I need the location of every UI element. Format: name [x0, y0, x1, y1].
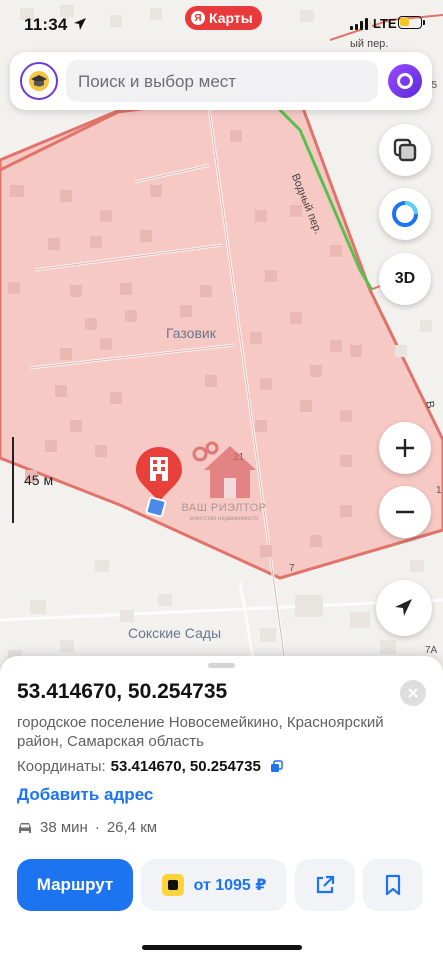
add-address-link[interactable]: Добавить адрес [17, 785, 153, 805]
my-location-button[interactable] [376, 580, 432, 636]
place-pin-icon[interactable] [134, 445, 184, 505]
search-input[interactable]: Поиск и выбор мест [66, 60, 378, 102]
signal-icon [350, 18, 368, 30]
alice-map-button[interactable] [379, 188, 431, 240]
graduation-cap-icon [29, 71, 49, 91]
network-type: LTE [373, 16, 397, 31]
profile-button[interactable] [20, 62, 58, 100]
travel-time: 38 мин [40, 819, 88, 836]
battery-charging-icon [398, 16, 425, 29]
village-label: Газовик [166, 325, 216, 341]
zoom-out-button[interactable] [379, 486, 431, 538]
place-title: 53.414670, 50.254735 [17, 680, 228, 703]
layers-button[interactable] [379, 124, 431, 176]
house-number-7: 7 [289, 563, 295, 574]
close-icon [408, 688, 418, 698]
bookmark-button[interactable] [363, 859, 423, 911]
3d-button[interactable]: 3D [379, 253, 431, 305]
minus-icon [396, 510, 414, 514]
share-button[interactable] [295, 859, 355, 911]
search-bar: Поиск и выбор мест [10, 52, 432, 110]
route-button[interactable]: Маршрут [17, 859, 133, 911]
copy-icon[interactable] [270, 760, 283, 773]
house-logo-icon [192, 441, 256, 498]
place-address: городское поселение Новосемейкино, Красн… [17, 714, 384, 750]
route-info: 38 мин · 26,4 км [17, 819, 157, 836]
drag-handle[interactable] [208, 663, 235, 668]
gardens-label: Сокские Сады [128, 625, 222, 641]
taxi-price: от 1095 ₽ [193, 877, 267, 894]
realtor-watermark: ВАШ РИЭЛТОР агентство недвижимости [178, 438, 270, 526]
coordinates-value[interactable]: 53.414670, 50.254735 [111, 758, 261, 775]
yandex-maps-badge[interactable]: Я Карты [185, 6, 262, 30]
car-icon [19, 822, 31, 833]
alice-ring-icon [392, 201, 418, 227]
navigation-arrow-icon [395, 599, 412, 616]
yandex-logo-icon: Я [191, 11, 205, 25]
coordinates-label: Координаты: [17, 758, 106, 775]
scale-label: 45 м [24, 472, 54, 488]
action-row: Маршрут от 1095 ₽ [17, 859, 427, 911]
plus-icon [396, 439, 414, 457]
brand-name: Карты [209, 10, 253, 26]
close-button[interactable] [400, 680, 426, 706]
alice-button[interactable] [388, 64, 422, 98]
status-time: 11:34 [24, 15, 68, 34]
separator: · [94, 819, 100, 836]
coordinates-row: Координаты: 53.414670, 50.254735 [17, 758, 283, 775]
alice-icon [397, 73, 413, 89]
house-number-1: 1 [436, 485, 442, 496]
watermark-name: ВАШ РИЭЛТОР [181, 502, 267, 514]
place-card: 53.414670, 50.254735 городское поселение… [0, 656, 443, 960]
zoom-in-button[interactable] [379, 422, 431, 474]
taxi-button[interactable]: от 1095 ₽ [141, 859, 287, 911]
watermark-tagline: агентство недвижимости [189, 516, 259, 522]
location-arrow-icon [74, 18, 86, 30]
scale-bar [12, 437, 14, 523]
taxi-icon [161, 874, 184, 896]
house-number-7a: 7А [425, 645, 438, 656]
share-icon [316, 875, 335, 894]
distance: 26,4 км [106, 819, 158, 836]
search-placeholder: Поиск и выбор мест [78, 72, 237, 91]
bookmark-icon [385, 874, 401, 896]
home-indicator [142, 945, 302, 950]
status-bar: 11:34 Я Карты LTE [0, 0, 443, 44]
layers-icon [393, 138, 417, 162]
